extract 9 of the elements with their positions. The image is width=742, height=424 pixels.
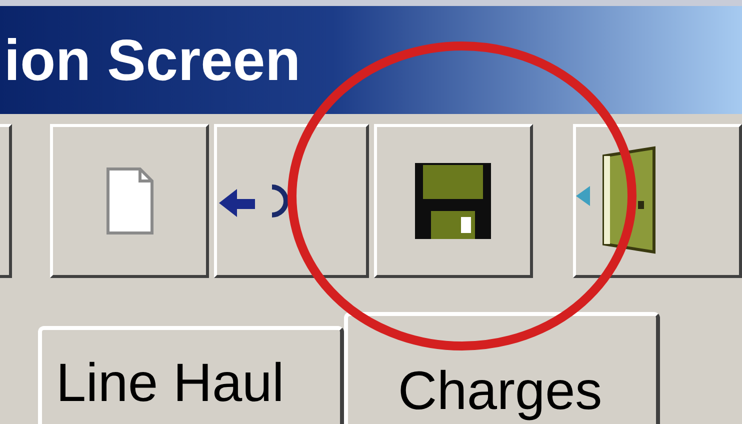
new-document-icon	[104, 166, 155, 236]
window-title: ion Screen	[3, 26, 301, 94]
tab[interactable]: Charges	[344, 312, 660, 424]
toolbar-button[interactable]	[572, 124, 742, 278]
toolbar-button[interactable]	[50, 124, 210, 278]
toolbar-button[interactable]	[214, 124, 369, 278]
toolbar-button[interactable]	[374, 124, 533, 278]
tab[interactable]: Line Haul	[38, 326, 344, 424]
toolbar-button[interactable]	[0, 124, 12, 278]
